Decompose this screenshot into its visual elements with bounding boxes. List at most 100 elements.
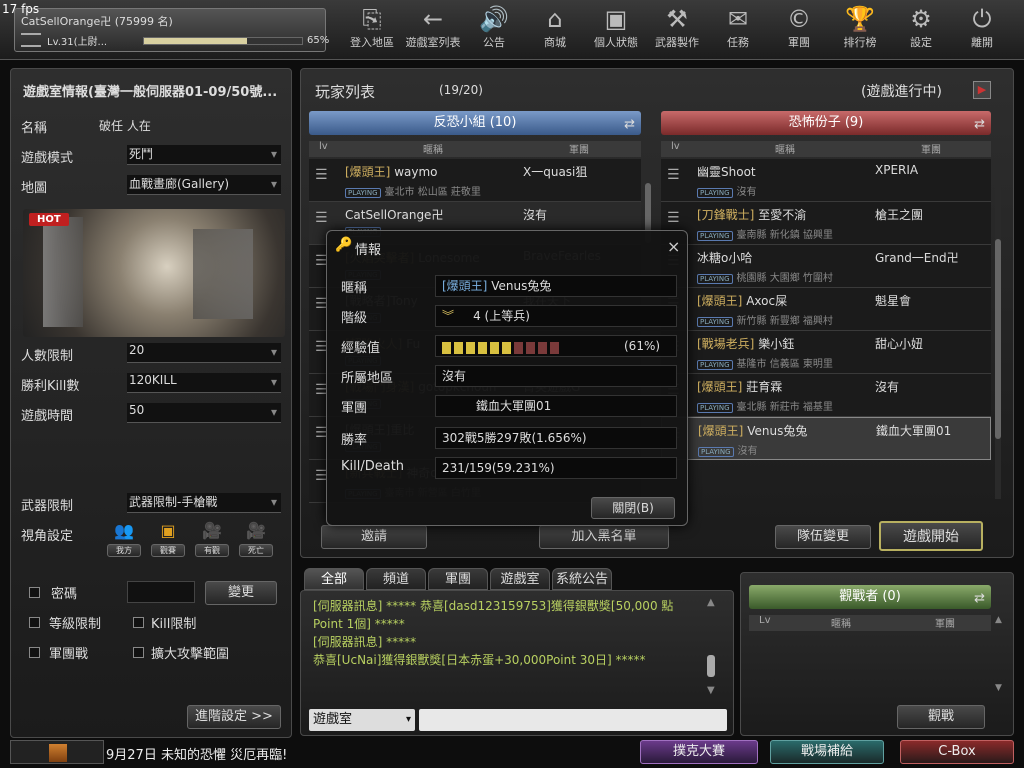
ticker-logo <box>10 740 104 764</box>
menu-icon[interactable] <box>21 33 41 47</box>
players-limit-dropdown[interactable]: 20 <box>127 343 281 363</box>
level-limit-checkbox[interactable] <box>29 617 40 628</box>
swap-team-icon[interactable]: ⇄ <box>974 113 985 137</box>
view-death-option[interactable]: 🎥 死亡 <box>239 521 273 557</box>
playing-badge: PLAYING <box>697 317 733 327</box>
nav-label: 排行榜 <box>843 36 877 49</box>
nav-enter-region-button[interactable]: ⎘ 登入地區 <box>344 4 400 54</box>
nav-label: 公告 <box>483 36 505 49</box>
nav-announce-button[interactable]: 🔊 公告 <box>466 4 522 54</box>
chat-line: Point 1個] ***** <box>313 617 405 631</box>
watch-button[interactable]: 觀戰 <box>897 705 985 729</box>
poker-button[interactable]: 撲克大賽 <box>640 740 758 764</box>
chat-tab[interactable]: 遊戲室 <box>490 568 550 590</box>
camera-icon: 🎥 <box>246 521 266 540</box>
weapon-limit-label: 武器限制 <box>21 499 74 514</box>
player-row[interactable]: ☰ 幽靈Shoot XPERIA PLAYING 沒有 <box>661 159 991 202</box>
player-row[interactable]: ☰[爆頭王] Venus兔兔鐵血大軍團01PLAYING沒有 <box>661 417 991 460</box>
team-icon: 👥 <box>114 521 134 540</box>
spectator-scroll-up-icon[interactable]: ▲ <box>995 615 1002 625</box>
kill-limit-dropdown[interactable]: 120KILL <box>127 373 281 393</box>
player-legion: 沒有 <box>523 208 548 222</box>
playing-badge: PLAYING <box>697 360 733 370</box>
supply-button[interactable]: 戰場補給 <box>770 740 884 764</box>
player-row[interactable]: ☰ [爆頭王] waymo X一quasi狙 PLAYING 臺北市 松山區 莊敬里 <box>309 159 641 202</box>
blacklist-button[interactable]: 加入黑名單 <box>539 525 669 549</box>
password-checkbox[interactable] <box>29 587 40 598</box>
password-input[interactable] <box>127 581 195 603</box>
player-row[interactable]: ☰ [刀鋒戰士] 至愛不渝 槍王之團 PLAYING 臺南縣 新化鎮 協興里 <box>661 202 991 245</box>
team-t-header: 恐怖份子 (9) ⇄ <box>661 111 991 135</box>
news-ticker: 9月27日 未知的恐懼 災厄再臨! <box>106 748 288 763</box>
nav-room-list-button[interactable]: ← 遊戲室列表 <box>405 4 461 54</box>
settings-icon: ⚙ <box>910 5 932 33</box>
rank-icon: ☰ <box>667 167 680 183</box>
weapon-limit-dropdown[interactable]: 武器限制-手槍戰 <box>127 493 281 513</box>
expand-attack-checkbox[interactable] <box>133 647 144 658</box>
advanced-settings-button[interactable]: 進階設定 >> <box>187 705 281 729</box>
chat-scroll-down-icon[interactable]: ▼ <box>707 685 715 696</box>
ranking-icon: 🏆 <box>845 5 875 33</box>
camera-team-icon: 🎥 <box>202 521 222 540</box>
player-info-dialog: 🔑 情報 × 暱稱 [爆頭王] Venus兔兔 階級 ︾ 4 (上等兵) 經驗值… <box>326 230 688 526</box>
dialog-close-button[interactable]: 關閉(B) <box>591 497 675 519</box>
profile-panel[interactable]: CatSellOrange卍 (75999 名) Lv.31(上尉... 65% <box>14 8 329 52</box>
close-icon[interactable]: × <box>667 237 680 256</box>
swap-team-icon[interactable]: ⇄ <box>624 113 635 137</box>
nav-profile-status-button[interactable]: ▣ 個人狀態 <box>588 4 644 54</box>
swap-icon[interactable]: ⇄ <box>974 587 985 611</box>
team-ct-columns: lv 暱稱 軍團 <box>309 141 641 157</box>
chat-scroll-up-icon[interactable]: ▲ <box>707 597 715 608</box>
chevron-down-icon: ▾ <box>405 714 411 725</box>
nav-legion-button[interactable]: © 軍團 <box>771 4 827 54</box>
player-legion: 甜心小妞 <box>875 337 924 351</box>
chat-input[interactable] <box>419 709 727 731</box>
winrate-label: 勝率 <box>341 433 368 448</box>
player-row[interactable]: ☰ 冰糖o小哈Grand一End卍PLAYING桃園縣 大園鄉 竹圍村 <box>661 245 991 288</box>
spectator-scroll-down-icon[interactable]: ▼ <box>995 683 1002 693</box>
map-dropdown[interactable]: 血戰畫廊(Gallery) <box>127 175 281 195</box>
play-arrow-icon[interactable]: ▶ <box>973 81 991 99</box>
nav-leave-button[interactable]: ⏻ 離開 <box>954 4 1010 54</box>
legion-war-label: 軍團戰 <box>49 647 89 662</box>
mode-dropdown[interactable]: 死鬥 <box>127 145 281 165</box>
view-team-option[interactable]: 👥 我方 <box>107 521 141 557</box>
time-dropdown[interactable]: 50 <box>127 403 281 423</box>
view-spectate-option[interactable]: ▣ 觀賽 <box>151 521 185 557</box>
start-game-button[interactable]: 遊戲開始 <box>879 521 983 551</box>
spectator-panel: 觀戰者 (0) ⇄ Lv 暱稱 軍團 ▲ ▼ 觀戰 <box>740 572 1014 736</box>
player-legion: 魁星會 <box>875 294 912 308</box>
playing-badge: PLAYING <box>697 274 733 284</box>
nav-mission-button[interactable]: ✉ 任務 <box>710 4 766 54</box>
nav-label: 登入地區 <box>350 36 394 49</box>
chat-scroll-thumb[interactable] <box>707 655 715 677</box>
nav-weapon-craft-button[interactable]: ⚒ 武器製作 <box>649 4 705 54</box>
fps-counter: 17 fps <box>2 2 40 16</box>
t-scrollbar[interactable] <box>995 159 1001 499</box>
change-button[interactable]: 變更 <box>205 581 277 605</box>
team-change-button[interactable]: 隊伍變更 <box>775 525 871 549</box>
player-row[interactable]: ☰[戰場老兵] 樂小鈺甜心小妞PLAYING基隆市 信義區 東明里 <box>661 331 991 374</box>
player-row[interactable]: ☰[爆頭王] Axoc屎魁星會PLAYING新竹縣 新豐鄉 福興村 <box>661 288 991 331</box>
exp-segments <box>442 340 562 354</box>
nav-settings-button[interactable]: ⚙ 設定 <box>893 4 949 54</box>
view-watch-option[interactable]: 🎥 有觀 <box>195 521 229 557</box>
nav-label: 設定 <box>910 36 932 49</box>
kill-limit-checkbox[interactable] <box>133 617 144 628</box>
nick-label: 暱稱 <box>341 281 368 296</box>
chat-channel-select[interactable]: 遊戲室 ▾ <box>309 709 415 731</box>
chat-tab[interactable]: 全部 <box>304 568 364 590</box>
nav-shop-button[interactable]: ⌂ 商城 <box>527 4 583 54</box>
chat-tab[interactable]: 系統公告 <box>552 568 612 590</box>
legion-war-checkbox[interactable] <box>29 647 40 658</box>
exp-bar <box>143 37 303 45</box>
nav-ranking-button[interactable]: 🏆 排行榜 <box>832 4 888 54</box>
cbox-button[interactable]: C-Box <box>900 740 1014 764</box>
invite-button[interactable]: 邀請 <box>321 525 427 549</box>
chat-tab[interactable]: 頻道 <box>366 568 426 590</box>
player-row[interactable]: ☰[爆頭王] 莊育霖沒有PLAYING臺北縣 新莊市 福基里 <box>661 374 991 417</box>
profile-level: Lv.31(上尉... <box>47 37 108 48</box>
rank-icon: ☰ <box>315 167 328 183</box>
chat-tab[interactable]: 軍團 <box>428 568 488 590</box>
team-t-columns: lv 暱稱 軍團 <box>661 141 991 157</box>
